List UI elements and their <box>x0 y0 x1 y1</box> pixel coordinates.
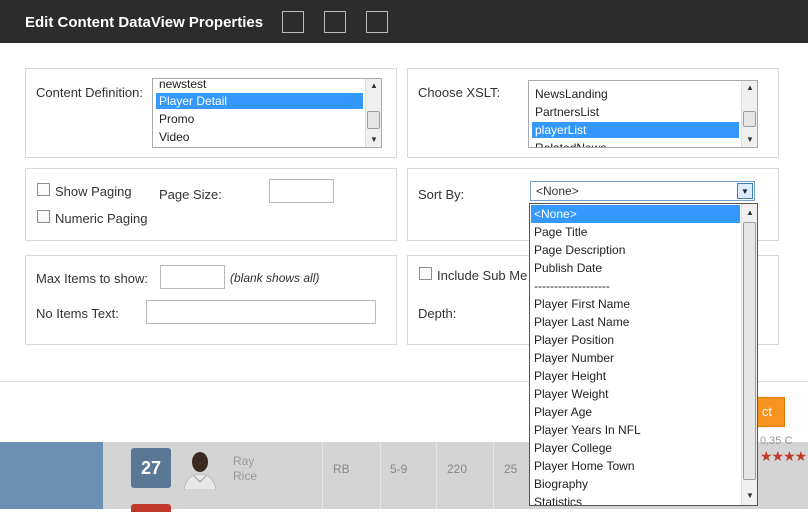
max-items-input[interactable] <box>160 265 225 289</box>
paging-panel: Show Paging Numeric Paging Page Size: <box>25 168 397 241</box>
sort-by-select[interactable]: <None> ▼ <box>530 181 755 201</box>
column-divider <box>380 442 381 509</box>
column-divider <box>436 442 437 509</box>
numeric-paging-label: Numeric Paging <box>55 211 148 226</box>
show-paging-checkbox[interactable] <box>37 183 50 196</box>
list-item[interactable]: Video <box>156 129 363 145</box>
page-size-label: Page Size: <box>159 187 222 202</box>
column-divider <box>322 442 323 509</box>
dropdown-option[interactable]: Biography <box>531 475 740 493</box>
dropdown-option[interactable]: Page Description <box>531 241 740 259</box>
show-paging-label: Show Paging <box>55 184 132 199</box>
dropdown-option-selected[interactable]: <None> <box>531 205 740 223</box>
player-age: 25 <box>504 462 518 476</box>
choose-xslt-listbox[interactable]: NewsLanding PartnersList playerList Rela… <box>528 80 758 148</box>
scroll-down-icon[interactable]: ▼ <box>366 133 381 147</box>
sort-by-label: Sort By: <box>418 187 465 202</box>
list-item[interactable]: newstest <box>156 79 363 92</box>
dropdown-scrollbar[interactable]: ▲ ▼ <box>741 204 757 505</box>
dropdown-option[interactable]: Player Height <box>531 367 740 385</box>
scroll-thumb[interactable] <box>743 111 756 127</box>
dropdown-option[interactable]: Player College <box>531 439 740 457</box>
no-items-text-label: No Items Text: <box>36 306 119 321</box>
list-item[interactable]: RelatedNews <box>532 140 739 147</box>
listbox-scrollbar[interactable]: ▲ ▼ <box>365 79 381 147</box>
dropdown-separator: ------------------- <box>534 279 610 293</box>
chevron-down-icon[interactable]: ▼ <box>737 183 753 199</box>
dropdown-option[interactable]: Player Last Name <box>531 313 740 331</box>
list-item[interactable]: NewsLanding <box>532 86 739 102</box>
max-items-hint: (blank shows all) <box>230 271 320 285</box>
scroll-thumb[interactable] <box>743 222 756 480</box>
scroll-up-icon[interactable]: ▲ <box>366 79 381 93</box>
player-weight: 220 <box>447 462 468 476</box>
scroll-up-icon[interactable]: ▲ <box>742 81 757 95</box>
scroll-down-icon[interactable]: ▼ <box>742 489 757 503</box>
dropdown-option[interactable]: Page Title <box>531 223 740 241</box>
player-name: Ray Rice <box>233 454 257 484</box>
dropdown-option[interactable]: Player Home Town <box>531 457 740 475</box>
player-first-name: Ray <box>233 454 255 468</box>
background-left-block <box>0 442 103 509</box>
scroll-thumb[interactable] <box>367 111 380 129</box>
player-position: RB <box>333 462 350 476</box>
include-sub-menu-checkbox[interactable] <box>419 267 432 280</box>
dropdown-option[interactable]: Statistics <box>531 493 740 505</box>
choose-xslt-label: Choose XSLT: <box>418 85 501 100</box>
list-item[interactable]: Promo <box>156 111 363 127</box>
page-size-input[interactable] <box>269 179 334 203</box>
content-definition-panel: Content Definition: newstest Player Deta… <box>25 68 397 158</box>
dialog-title-bar: Edit Content DataView Properties <box>0 0 808 43</box>
scroll-down-icon[interactable]: ▼ <box>742 133 757 147</box>
player-last-name: Rice <box>233 469 258 483</box>
title-bar-button-2[interactable] <box>324 11 346 33</box>
scroll-up-icon[interactable]: ▲ <box>742 206 757 220</box>
list-item[interactable]: PartnersList <box>532 104 739 120</box>
no-items-text-input[interactable] <box>146 300 376 324</box>
max-items-label: Max Items to show: <box>36 271 148 286</box>
content-definition-listbox[interactable]: newstest Player Detail Promo Video ▲ ▼ <box>152 78 382 148</box>
title-bar-button-3[interactable] <box>366 11 388 33</box>
choose-xslt-panel: Choose XSLT: NewsLanding PartnersList pl… <box>407 68 779 158</box>
dropdown-option[interactable]: Player Years In NFL <box>531 421 740 439</box>
list-item-selected[interactable]: Player Detail <box>156 93 363 109</box>
sort-by-dropdown-list[interactable]: <None> Page Title Page Description Publi… <box>529 203 758 506</box>
player-avatar-icon <box>183 452 217 490</box>
include-sub-menu-label: Include Sub Me <box>437 268 528 283</box>
max-items-panel: Max Items to show: (blank shows all) No … <box>25 255 397 345</box>
dropdown-option[interactable]: Player Weight <box>531 385 740 403</box>
dropdown-option[interactable]: Player Number <box>531 349 740 367</box>
rating-stars-icon: ★★★★ <box>760 448 807 464</box>
dropdown-option[interactable]: Player Position <box>531 331 740 349</box>
dropdown-option[interactable]: Player First Name <box>531 295 740 313</box>
dialog-title: Edit Content DataView Properties <box>25 14 264 31</box>
price-fragment: 0,35 C <box>760 435 793 447</box>
list-item-selected[interactable]: playerList <box>532 122 739 138</box>
sort-by-selected-value: <None> <box>536 184 579 198</box>
dropdown-option[interactable]: Publish Date <box>531 259 740 277</box>
title-bar-button-1[interactable] <box>282 11 304 33</box>
player-height: 5-9 <box>390 462 408 476</box>
depth-label: Depth: <box>418 306 457 321</box>
player-number-badge: 27 <box>131 448 171 488</box>
next-player-number-badge <box>131 504 171 512</box>
column-divider <box>493 442 494 509</box>
dropdown-option[interactable]: Player Age <box>531 403 740 421</box>
numeric-paging-checkbox[interactable] <box>37 210 50 223</box>
listbox-scrollbar[interactable]: ▲ ▼ <box>741 81 757 147</box>
content-definition-label: Content Definition: <box>36 85 143 100</box>
